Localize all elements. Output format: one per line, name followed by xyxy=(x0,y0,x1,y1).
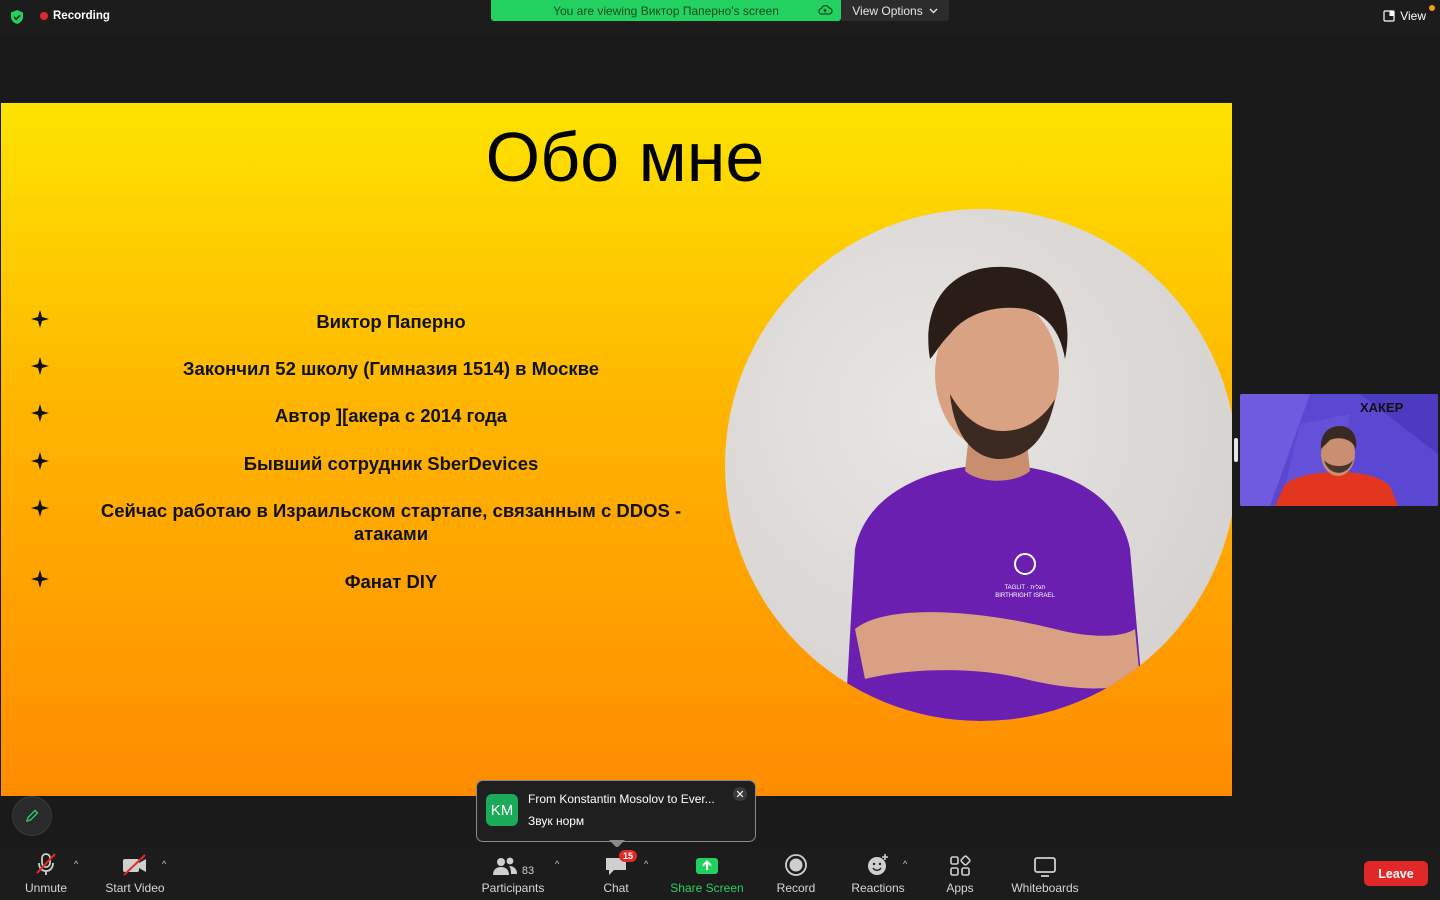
shirt-text-line1: TAGLIT · תגלית xyxy=(1004,583,1045,591)
participants-options-chevron-icon[interactable]: ^ xyxy=(555,859,559,869)
reactions-label: Reactions xyxy=(851,881,905,895)
record-button[interactable]: Record xyxy=(770,847,822,900)
apps-button[interactable]: Apps xyxy=(940,847,980,900)
view-layout-icon xyxy=(1383,10,1395,22)
slide-bullet: Фанат DIY xyxy=(31,570,706,593)
viewing-screen-banner: You are viewing Виктор Паперно's screen xyxy=(491,0,841,21)
cloud-icon[interactable] xyxy=(817,3,833,17)
chat-sender-label: From Konstantin Mosolov to Ever... xyxy=(528,792,715,806)
share-screen-label: Share Screen xyxy=(670,881,744,895)
shirt-text-line2: BIRTHRIGHT ISRAEL xyxy=(995,593,1055,599)
apps-grid-icon xyxy=(950,855,971,876)
recording-indicator[interactable]: Recording xyxy=(40,10,110,22)
apps-label: Apps xyxy=(946,881,974,895)
participant-video-illustration: ХАКЕР xyxy=(1240,394,1438,506)
slide-bullet: Автор ][акера с 2014 года xyxy=(31,404,706,427)
chat-options-chevron-icon[interactable]: ^ xyxy=(644,859,648,869)
four-point-star-icon xyxy=(31,357,49,375)
video-off-icon xyxy=(123,854,146,876)
notification-dot xyxy=(1429,5,1435,11)
four-point-star-icon xyxy=(31,499,49,517)
smiley-plus-icon xyxy=(868,854,888,875)
video-options-chevron-icon[interactable]: ^ xyxy=(162,859,166,869)
four-point-star-icon xyxy=(31,310,49,328)
view-label: View xyxy=(1400,9,1426,23)
slide-bullet: Виктор Паперно xyxy=(31,310,706,333)
close-icon[interactable]: ✕ xyxy=(733,787,747,801)
whiteboard-icon xyxy=(1034,857,1056,877)
participants-icon xyxy=(492,857,517,875)
view-options-label: View Options xyxy=(852,3,923,18)
chat-unread-badge: 15 xyxy=(619,850,638,862)
participants-count: 83 xyxy=(521,865,535,877)
xakep-logo-text: ХАКЕР xyxy=(1360,400,1404,415)
slide-bullet-text: Сейчас работаю в Израильском стартапе, с… xyxy=(100,500,682,544)
recording-label: Recording xyxy=(53,10,110,22)
four-point-star-icon xyxy=(31,404,49,422)
unmute-button[interactable]: Unmute xyxy=(20,847,72,900)
slide-bullet-text: Бывший сотрудник SberDevices xyxy=(243,453,539,474)
four-point-star-icon xyxy=(31,570,49,588)
panel-resize-handle[interactable] xyxy=(1234,438,1238,462)
record-icon xyxy=(785,854,807,876)
muted-microphone-icon xyxy=(36,853,56,875)
slide-bullet: Бывший сотрудник SberDevices xyxy=(31,452,706,475)
slide-bullet: Закончил 52 школу (Гимназия 1514) в Моск… xyxy=(31,357,706,380)
viewing-label: You are viewing Виктор Паперно's screen xyxy=(553,3,779,18)
avatar: KM xyxy=(486,794,518,826)
participants-label: Participants xyxy=(481,881,545,895)
security-shield-icon[interactable] xyxy=(9,9,25,25)
start-video-button[interactable]: Start Video xyxy=(100,847,170,900)
reactions-options-chevron-icon[interactable]: ^ xyxy=(903,859,907,869)
meeting-toolbar: Unmute ^ Start Video ^ 83 Participants ^ xyxy=(0,847,1440,900)
four-point-star-icon xyxy=(31,452,49,470)
chevron-down-icon xyxy=(929,8,938,13)
slide-title: Обо мне xyxy=(485,118,765,196)
shared-screen-slide: Обо мне Виктор Паперно Закончил 52 школу… xyxy=(1,103,1232,796)
chat-label: Chat xyxy=(603,881,629,895)
slide-bullet-text: Автор ][акера с 2014 года xyxy=(274,405,508,426)
top-bar: Recording You are viewing Виктор Паперно… xyxy=(0,0,1440,34)
pencil-icon xyxy=(25,809,39,823)
start-video-label: Start Video xyxy=(105,881,165,895)
speaker-portrait-photo: TAGLIT · תגלית BIRTHRIGHT ISRAEL xyxy=(725,209,1232,721)
whiteboards-label: Whiteboards xyxy=(1011,881,1079,895)
record-label: Record xyxy=(776,881,816,895)
slide-bullet-text: Закончил 52 школу (Гимназия 1514) в Моск… xyxy=(182,358,600,379)
view-button[interactable]: View xyxy=(1383,9,1426,23)
view-options-dropdown[interactable]: View Options xyxy=(841,0,949,21)
annotate-button[interactable] xyxy=(12,796,52,836)
chat-notification-toast[interactable]: KM From Konstantin Mosolov to Ever... Зв… xyxy=(476,780,756,848)
audio-options-chevron-icon[interactable]: ^ xyxy=(74,859,78,869)
participant-video-thumbnail[interactable]: ХАКЕР xyxy=(1240,394,1438,506)
participants-button[interactable]: 83 Participants xyxy=(478,847,548,900)
chat-message-text: Звук норм xyxy=(528,814,585,828)
share-screen-icon xyxy=(696,858,718,874)
recording-dot-icon xyxy=(40,12,48,20)
reactions-button[interactable]: Reactions xyxy=(846,847,910,900)
share-screen-button[interactable]: Share Screen xyxy=(664,847,750,900)
leave-button[interactable]: Leave xyxy=(1364,861,1428,886)
slide-bullet: Сейчас работаю в Израильском стартапе, с… xyxy=(31,499,706,545)
slide-bullet-text: Фанат DIY xyxy=(344,571,438,592)
speaker-portrait-illustration: TAGLIT · תגלית BIRTHRIGHT ISRAEL xyxy=(845,266,1145,721)
whiteboards-button[interactable]: Whiteboards xyxy=(1005,847,1085,900)
unmute-label: Unmute xyxy=(24,881,68,895)
slide-bullet-text: Виктор Паперно xyxy=(316,311,466,332)
